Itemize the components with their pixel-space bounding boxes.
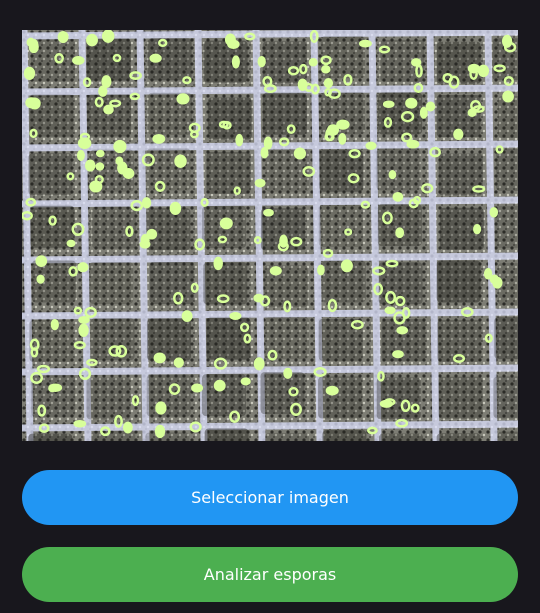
spore-marker bbox=[263, 136, 273, 150]
spore-marker bbox=[98, 85, 108, 97]
spore-marker bbox=[453, 128, 464, 140]
spore-marker bbox=[325, 385, 339, 396]
spore-marker bbox=[213, 379, 226, 392]
spore-marker bbox=[260, 146, 269, 159]
spore-marker bbox=[213, 256, 223, 271]
spore-marker bbox=[50, 318, 59, 331]
spore-marker bbox=[395, 227, 405, 239]
spore-marker bbox=[73, 419, 87, 428]
spore-marker bbox=[78, 323, 89, 337]
spore-marker bbox=[358, 39, 372, 48]
spore-marker bbox=[25, 97, 38, 109]
spore-marker bbox=[191, 383, 204, 393]
spore-marker bbox=[229, 311, 242, 321]
spore-marker bbox=[425, 101, 436, 112]
spore-marker bbox=[149, 53, 162, 63]
spore-marker bbox=[326, 124, 340, 136]
spore-marker bbox=[257, 55, 266, 68]
spore-marker bbox=[489, 207, 499, 218]
spore-marker bbox=[405, 97, 418, 109]
analyze-spores-button[interactable]: Analizar esporas bbox=[22, 547, 518, 602]
spore-marker bbox=[95, 149, 105, 158]
select-image-button[interactable]: Seleccionar imagen bbox=[22, 470, 518, 525]
microscope-image bbox=[22, 30, 518, 441]
app-screen: Seleccionar imagen Analizar esporas bbox=[0, 0, 540, 613]
spore-marker bbox=[84, 159, 96, 172]
spore-marker bbox=[263, 208, 274, 217]
spore-marker bbox=[231, 55, 240, 69]
spore-marker bbox=[86, 33, 98, 47]
spore-marker bbox=[23, 66, 36, 81]
spore-marker bbox=[283, 367, 293, 379]
spore-marker bbox=[477, 64, 490, 78]
spore-marker bbox=[141, 197, 152, 209]
spore-marker bbox=[317, 264, 325, 276]
spore-marker bbox=[77, 137, 92, 149]
spore-marker bbox=[336, 119, 350, 130]
spore-marker bbox=[173, 357, 184, 368]
spore-marker bbox=[95, 162, 105, 171]
spore-marker bbox=[153, 352, 166, 364]
spore-marker bbox=[382, 100, 395, 109]
spore-marker bbox=[176, 93, 190, 105]
spore-marker bbox=[323, 78, 334, 89]
spore-marker bbox=[340, 259, 353, 273]
spore-marker bbox=[77, 262, 89, 273]
spore-marker bbox=[154, 424, 166, 439]
spore-marker bbox=[227, 39, 240, 49]
spore-marker bbox=[181, 310, 193, 322]
spore-marker bbox=[392, 192, 404, 202]
spore-marker bbox=[76, 149, 85, 161]
spore-marker bbox=[113, 139, 127, 154]
spore-marker bbox=[406, 139, 420, 149]
spore-marker bbox=[103, 104, 114, 115]
spore-marker bbox=[78, 315, 90, 324]
spore-marker bbox=[279, 234, 288, 248]
spore-marker bbox=[101, 75, 112, 89]
spore-marker bbox=[36, 274, 45, 284]
spore-marker bbox=[365, 141, 377, 150]
spore-marker bbox=[115, 156, 124, 166]
spore-marker bbox=[384, 306, 396, 315]
spore-marker bbox=[101, 30, 115, 43]
spore-marker bbox=[140, 234, 150, 247]
spore-marker bbox=[66, 239, 76, 248]
spore-marker bbox=[28, 40, 39, 54]
spore-marker bbox=[467, 63, 481, 74]
spore-marker bbox=[338, 133, 347, 145]
spore-marker bbox=[269, 266, 282, 276]
spore-marker bbox=[253, 357, 265, 371]
spore-marker bbox=[152, 133, 166, 144]
spore-marker bbox=[419, 106, 428, 119]
spore-marker bbox=[240, 377, 251, 386]
spore-marker bbox=[72, 55, 85, 65]
spore-marker bbox=[473, 224, 482, 235]
spore-marker bbox=[174, 154, 187, 168]
spore-marker bbox=[392, 350, 404, 359]
spore-analysis-image bbox=[22, 30, 518, 441]
spore-marker bbox=[321, 65, 331, 74]
spore-marker bbox=[155, 401, 167, 415]
spore-marker bbox=[123, 421, 133, 434]
spore-marker bbox=[48, 383, 63, 392]
spore-marker bbox=[219, 217, 233, 230]
spore-marker bbox=[57, 30, 69, 44]
spore-marker bbox=[388, 170, 397, 180]
spore-marker bbox=[483, 268, 493, 280]
spore-marker bbox=[293, 147, 307, 160]
spore-marker bbox=[169, 201, 182, 216]
spore-marker bbox=[35, 255, 48, 267]
spore-marker bbox=[396, 326, 409, 335]
spore-marker bbox=[235, 133, 244, 147]
spore-marker bbox=[308, 58, 318, 67]
spore-marker bbox=[492, 276, 503, 289]
spore-marker bbox=[254, 178, 266, 188]
spore-marker bbox=[502, 90, 514, 103]
